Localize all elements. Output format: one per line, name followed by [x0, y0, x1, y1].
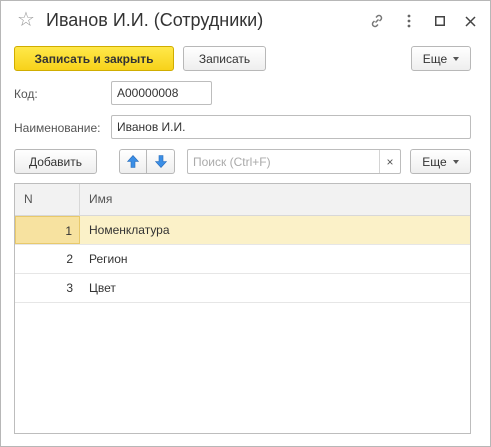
- save-and-close-button[interactable]: Записать и закрыть: [14, 46, 174, 71]
- more-menu-button[interactable]: Еще: [411, 46, 471, 71]
- window-title: Иванов И.И. (Сотрудники): [46, 10, 264, 30]
- table-row[interactable]: 2 Регион: [15, 245, 470, 274]
- table-row[interactable]: 3 Цвет: [15, 274, 470, 303]
- table-header: N Имя: [15, 184, 470, 216]
- search-box: ×: [187, 149, 401, 174]
- table-more-menu-button[interactable]: Еще: [410, 149, 471, 174]
- name-label: Наименование:: [14, 121, 101, 135]
- form-window: ☆ Иванов И.И. (Сотрудники) Записать и за…: [0, 0, 491, 447]
- name-field[interactable]: [111, 115, 471, 139]
- row-number-cell[interactable]: 3: [15, 274, 80, 302]
- row-name-cell[interactable]: Номенклатура: [89, 216, 170, 244]
- arrow-down-icon: [154, 155, 167, 168]
- table-row[interactable]: 1 Номенклатура: [15, 216, 470, 245]
- items-table: N Имя 1 Номенклатура 2 Регион 3 Цвет: [14, 183, 471, 434]
- save-button[interactable]: Записать: [183, 46, 266, 71]
- chevron-down-icon: [452, 159, 459, 164]
- code-label: Код:: [14, 87, 38, 101]
- more-actions-icon[interactable]: [399, 11, 419, 31]
- arrow-up-icon: [127, 155, 139, 168]
- search-input[interactable]: [188, 150, 380, 173]
- table-more-menu-label: Еще: [422, 154, 447, 169]
- chevron-down-icon: [453, 56, 460, 61]
- move-up-button[interactable]: [119, 149, 147, 174]
- add-row-button[interactable]: Добавить: [14, 149, 97, 174]
- column-header-n[interactable]: N: [15, 184, 80, 215]
- row-name-cell[interactable]: Цвет: [89, 274, 116, 302]
- clear-search-icon[interactable]: ×: [379, 150, 400, 173]
- row-name-cell[interactable]: Регион: [89, 245, 128, 273]
- favorite-star-icon[interactable]: ☆: [17, 10, 35, 30]
- row-number-cell[interactable]: 2: [15, 245, 80, 273]
- code-field[interactable]: [111, 81, 212, 105]
- move-down-button[interactable]: [147, 149, 175, 174]
- link-icon[interactable]: [367, 11, 387, 31]
- maximize-icon[interactable]: [430, 11, 450, 31]
- more-menu-label: Еще: [422, 51, 448, 66]
- column-header-name[interactable]: Имя: [81, 184, 112, 215]
- row-number-cell[interactable]: 1: [15, 216, 80, 244]
- close-icon[interactable]: [460, 11, 480, 31]
- title-bar: ☆ Иванов И.И. (Сотрудники): [1, 1, 490, 41]
